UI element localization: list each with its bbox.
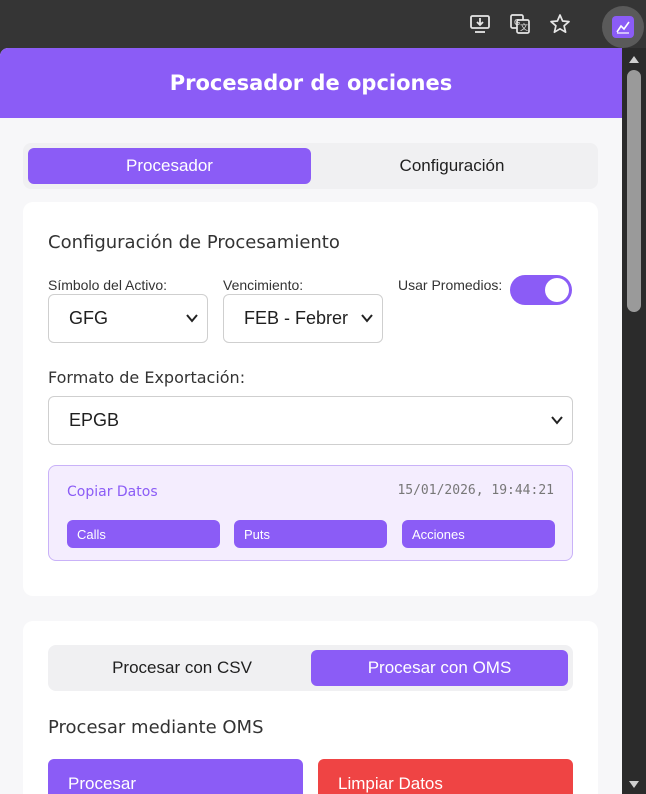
averages-toggle[interactable] [510,275,572,305]
process-card: Procesar con CSV Procesar con OMS Proces… [23,621,598,794]
chevron-down-icon [361,314,373,323]
tab-procesador[interactable]: Procesador [28,148,311,184]
tab-configuracion[interactable]: Configuración [311,148,593,184]
expiry-select[interactable]: FEB - Febrero [223,294,383,343]
averages-label: Usar Promedios: [398,277,503,293]
processing-config-card: Configuración de Procesamiento Símbolo d… [23,202,598,596]
process-tabs: Procesar con CSV Procesar con OMS [48,645,573,691]
tab-procesar-oms[interactable]: Procesar con OMS [311,650,568,686]
page-title: Procesador de opciones [169,71,453,95]
copy-calls-button[interactable]: Calls [67,520,220,548]
svg-text:文: 文 [520,22,528,32]
copy-puts-button[interactable]: Puts [234,520,387,548]
download-icon[interactable] [468,12,492,36]
extension-button[interactable] [602,6,644,48]
copy-data-panel: Copiar Datos 15/01/2026, 19:44:21 Calls … [48,465,573,561]
chevron-down-icon [186,314,198,323]
clear-data-button[interactable]: Limpiar Datos [318,759,573,794]
copy-acciones-button[interactable]: Acciones [402,520,555,548]
extension-popup: Procesador de opciones Procesador Config… [0,48,622,794]
symbol-select[interactable]: GFG [48,294,208,343]
scroll-up-icon[interactable] [628,54,640,64]
scrollbar-thumb[interactable] [627,70,641,312]
copy-data-title: Copiar Datos [67,484,158,500]
symbol-label: Símbolo del Activo: [48,277,168,293]
timestamp: 15/01/2026, 19:44:21 [397,483,554,498]
tab-procesar-csv[interactable]: Procesar con CSV [53,650,311,686]
browser-toolbar: G文 [0,0,646,48]
popup-header: Procesador de opciones [0,48,622,118]
expiry-label: Vencimiento: [223,277,304,293]
star-icon[interactable] [548,12,572,36]
extension-icon [612,16,634,38]
export-format-select[interactable]: EPGB [48,396,573,445]
process-section-title: Procesar mediante OMS [48,717,264,738]
translate-icon[interactable]: G文 [508,12,532,36]
chevron-down-icon [551,416,563,425]
toggle-knob [545,278,569,302]
export-label: Formato de Exportación: [48,368,246,387]
process-button[interactable]: Procesar [48,759,303,794]
scroll-down-icon[interactable] [628,780,640,790]
section-title: Configuración de Procesamiento [48,232,340,253]
main-tabs: Procesador Configuración [23,143,598,189]
scrollbar[interactable] [622,48,646,794]
